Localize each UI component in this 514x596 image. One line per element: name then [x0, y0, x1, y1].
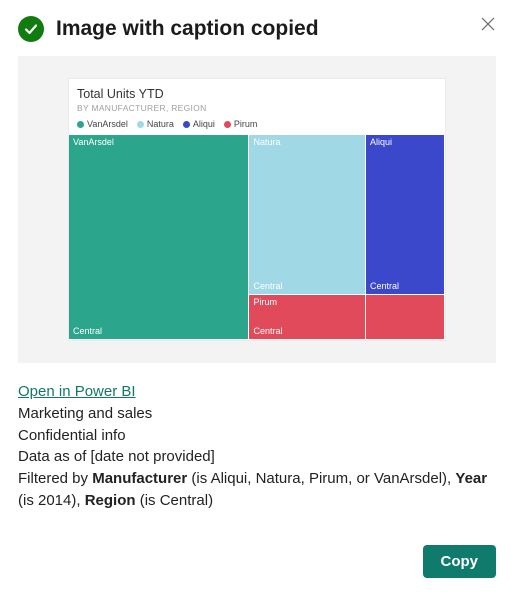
- legend-dot-icon: [183, 121, 190, 128]
- treemap-cell: [366, 295, 445, 340]
- chart-card: Total Units YTD BY MANUFACTURER, REGION …: [68, 78, 446, 341]
- close-icon: [481, 17, 495, 31]
- legend-dot-icon: [77, 121, 84, 128]
- treemap-column: VanArsdel Central: [69, 135, 249, 340]
- copied-dialog: Image with caption copied Total Units YT…: [0, 0, 514, 596]
- dialog-title: Image with caption copied: [56, 17, 319, 41]
- filter-prefix: Filtered by: [18, 470, 92, 487]
- close-button[interactable]: [478, 14, 498, 34]
- treemap-cell-bottom-label: Central: [370, 281, 399, 291]
- filter-value-manufacturer: (is Aliqui, Natura, Pirum, or VanArsdel)…: [187, 470, 455, 487]
- dialog-footer: Copy: [18, 545, 496, 578]
- dialog-header: Image with caption copied: [18, 16, 496, 42]
- filter-field-year: Year: [455, 470, 487, 487]
- legend-label: Natura: [147, 119, 174, 129]
- treemap-cell: Aliqui Central: [366, 135, 445, 295]
- legend-item: VanArsdel: [77, 119, 128, 129]
- legend-label: Aliqui: [193, 119, 215, 129]
- legend-label: VanArsdel: [87, 119, 128, 129]
- treemap-cell-bottom-label: Central: [253, 326, 282, 336]
- classification-label: Confidential info: [18, 425, 496, 447]
- treemap-cell: VanArsdel Central: [69, 135, 249, 340]
- legend-item: Aliqui: [183, 119, 215, 129]
- filter-line: Filtered by Manufacturer (is Aliqui, Nat…: [18, 468, 496, 512]
- copy-button[interactable]: Copy: [423, 545, 497, 578]
- chart-legend: VanArsdel Natura Aliqui Pirum: [69, 119, 445, 135]
- treemap-chart: VanArsdel Central Natura Central Pirum Centra…: [69, 135, 445, 340]
- treemap-cell-top-label: Pirum: [253, 297, 277, 307]
- treemap-cell-top-label: Aliqui: [370, 137, 392, 147]
- filter-field-region: Region: [85, 492, 136, 509]
- legend-item: Pirum: [224, 119, 258, 129]
- legend-dot-icon: [224, 121, 231, 128]
- filter-field-manufacturer: Manufacturer: [92, 470, 187, 487]
- legend-item: Natura: [137, 119, 174, 129]
- data-as-of-value: [date not provided]: [91, 448, 215, 465]
- filter-value-region: (is Central): [136, 492, 214, 509]
- chart-subtitle: BY MANUFACTURER, REGION: [69, 103, 445, 119]
- legend-dot-icon: [137, 121, 144, 128]
- image-preview-area: Total Units YTD BY MANUFACTURER, REGION …: [18, 56, 496, 363]
- caption-block: Open in Power BI Marketing and sales Con…: [18, 381, 496, 512]
- treemap-cell-top-label: VanArsdel: [73, 137, 114, 147]
- treemap-cell-bottom-label: Central: [73, 326, 102, 336]
- success-check-icon: [18, 16, 44, 42]
- treemap-cell: Pirum Central: [249, 295, 366, 340]
- data-as-of-prefix: Data as of: [18, 448, 91, 465]
- filter-value-year: (is 2014),: [18, 492, 85, 509]
- treemap-column: Natura Central Pirum Central: [249, 135, 366, 340]
- treemap-cell-bottom-label: Central: [253, 281, 282, 291]
- open-in-powerbi-link[interactable]: Open in Power BI: [18, 383, 136, 400]
- treemap-cell: Natura Central: [249, 135, 366, 295]
- data-as-of-line: Data as of [date not provided]: [18, 446, 496, 468]
- legend-label: Pirum: [234, 119, 258, 129]
- treemap-cell-top-label: Natura: [253, 137, 280, 147]
- chart-title: Total Units YTD: [69, 87, 445, 103]
- treemap-column: Aliqui Central: [366, 135, 445, 340]
- report-name: Marketing and sales: [18, 403, 496, 425]
